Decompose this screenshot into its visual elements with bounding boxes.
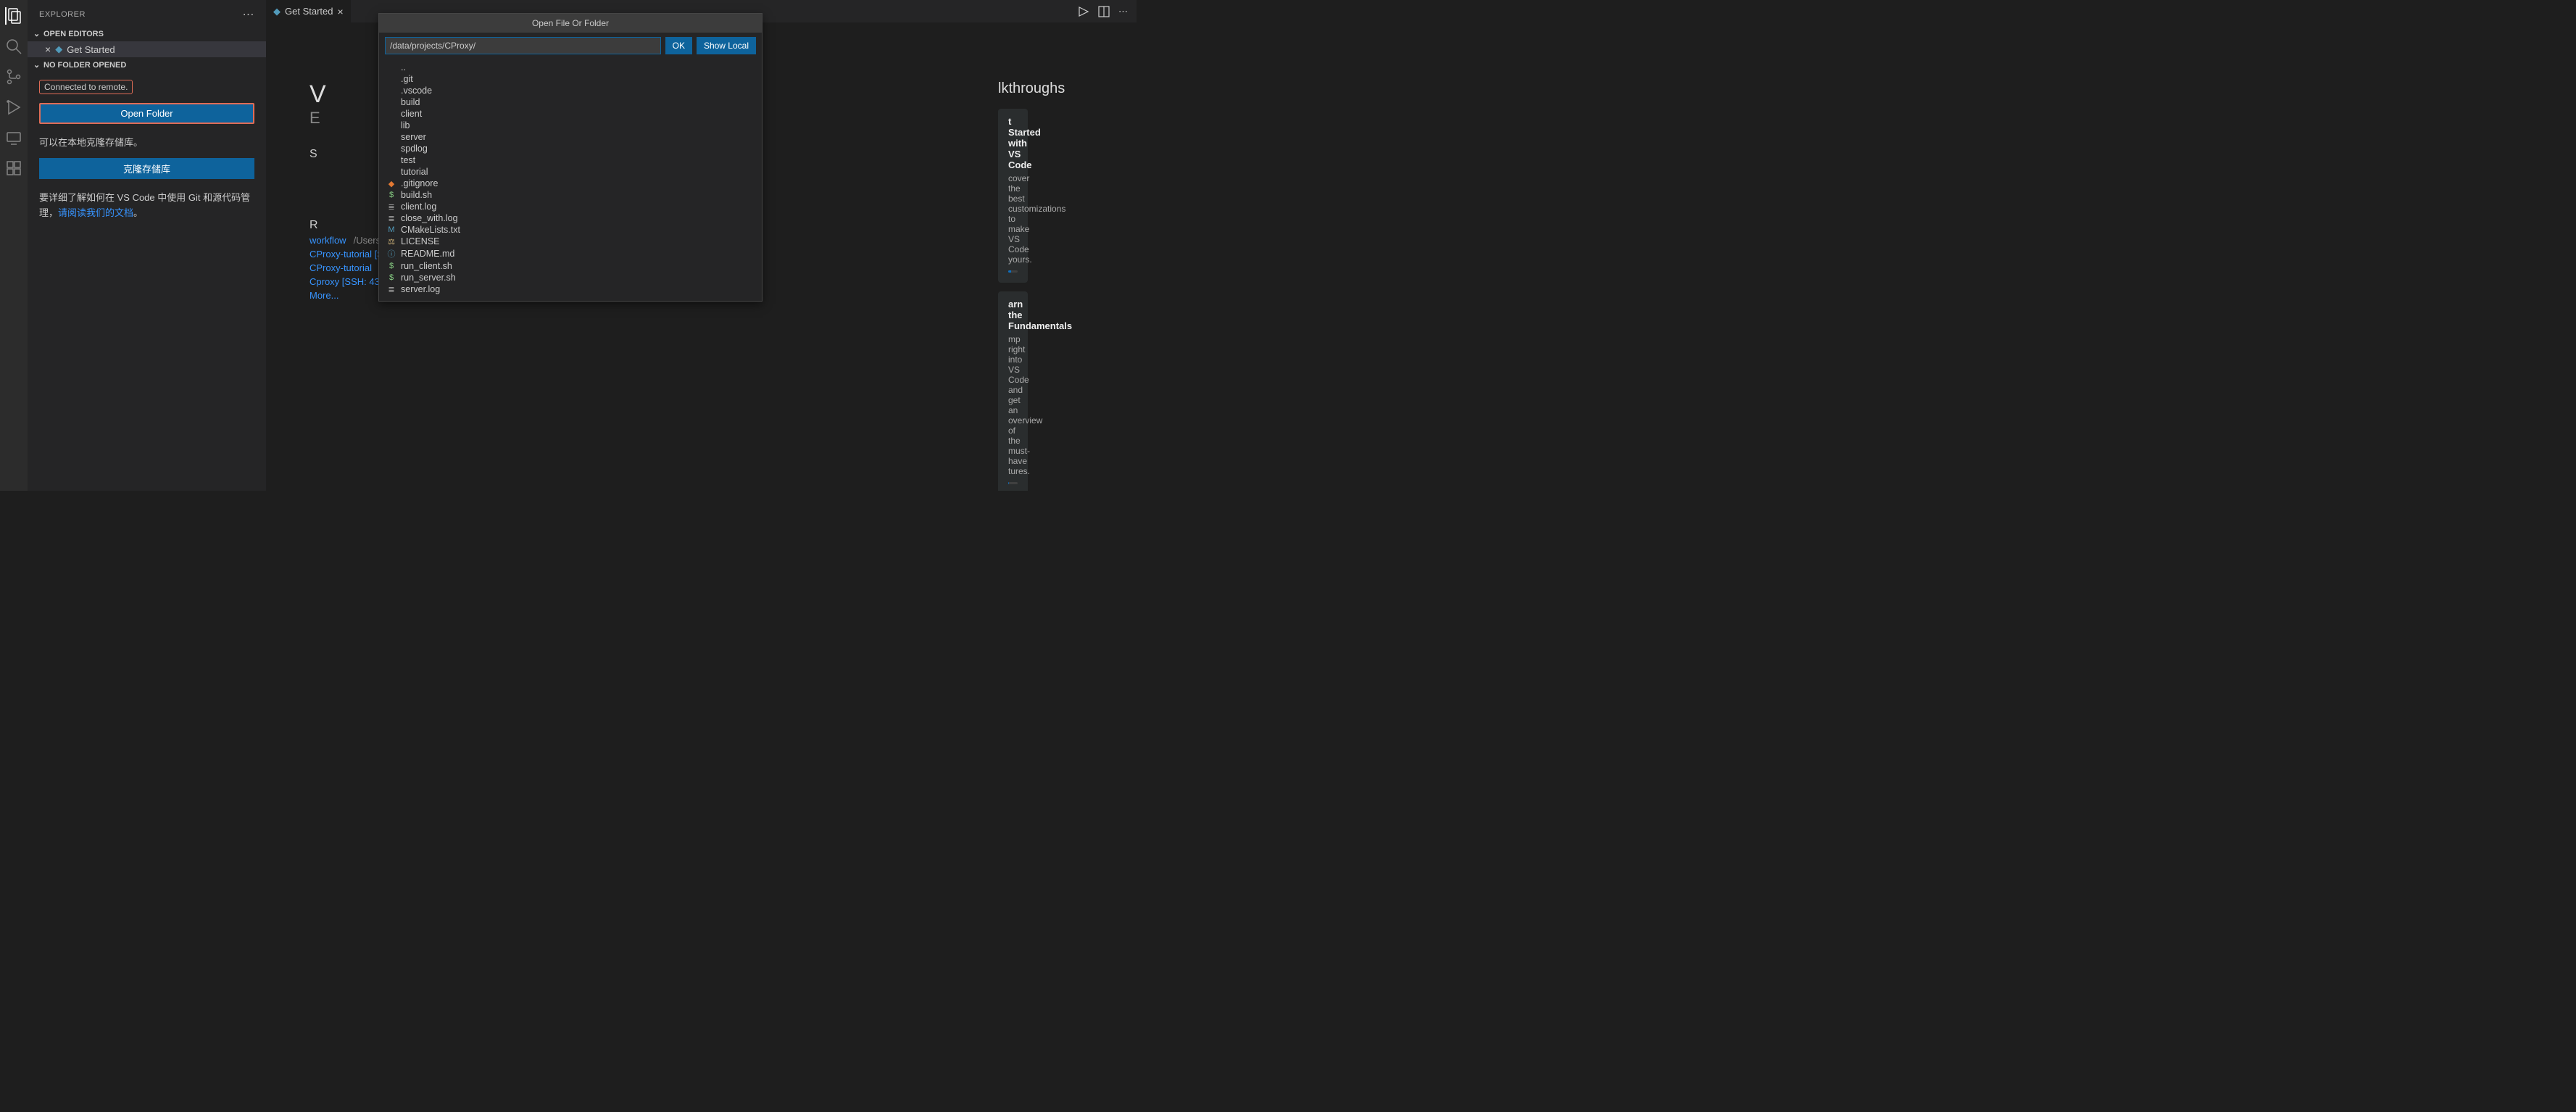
activity-bar <box>0 0 28 491</box>
file-type-icon: $ <box>386 191 396 199</box>
open-editors-header[interactable]: ⌄ OPEN EDITORS <box>28 26 266 41</box>
palette-item[interactable]: client <box>386 108 755 120</box>
file-type-icon: ≣ <box>386 214 396 223</box>
split-editor-icon[interactable] <box>1098 6 1110 17</box>
clone-repo-button[interactable]: 克隆存储库 <box>39 158 254 179</box>
chevron-down-icon: ⌄ <box>33 60 41 70</box>
file-type-icon: M <box>386 225 396 234</box>
debug-icon[interactable] <box>5 99 22 116</box>
recent-link[interactable]: CProxy-tutorial <box>309 262 372 273</box>
ok-button[interactable]: OK <box>665 37 692 54</box>
palette-item[interactable]: ≣close_with.log <box>386 212 755 224</box>
close-icon[interactable]: × <box>337 6 343 17</box>
palette-item[interactable]: ◆.gitignore <box>386 178 755 189</box>
walkthrough-card[interactable]: t Started with VS Codecover the best cus… <box>998 109 1028 283</box>
palette-item[interactable]: ⚖LICENSE <box>386 236 755 247</box>
walkthroughs-heading: lkthroughs <box>998 80 1028 97</box>
palette-item[interactable]: MCMakeLists.txt <box>386 224 755 236</box>
walkthrough-card[interactable]: arn the Fundamentalsmp right into VS Cod… <box>998 291 1028 491</box>
open-folder-button[interactable]: Open Folder <box>39 103 254 124</box>
sidebar-title: EXPLORER <box>39 10 86 19</box>
file-type-icon: $ <box>386 262 396 270</box>
vscode-file-icon: ◆ <box>273 6 281 17</box>
palette-item[interactable]: build <box>386 96 755 108</box>
source-control-icon[interactable] <box>5 68 22 86</box>
palette-item[interactable]: .. <box>386 62 755 73</box>
open-file-palette: Open File Or Folder OK Show Local ...git… <box>378 13 763 302</box>
remote-status-badge: Connected to remote. <box>39 80 133 94</box>
palette-item[interactable]: $run_server.sh <box>386 272 755 283</box>
recent-link[interactable]: workflow <box>309 235 346 246</box>
git-help-text: 要详细了解如何在 VS Code 中使用 Git 和源代码管理，请阅读我们的文档… <box>39 191 254 221</box>
git-docs-link[interactable]: 请阅读我们的文档 <box>58 207 133 218</box>
more-link[interactable]: More... <box>309 290 338 301</box>
sidebar: EXPLORER ⋯ ⌄ OPEN EDITORS × ◆ Get Starte… <box>28 0 266 491</box>
palette-item[interactable]: ≣client.log <box>386 201 755 212</box>
palette-item[interactable]: $run_client.sh <box>386 260 755 272</box>
palette-title: Open File Or Folder <box>379 14 762 33</box>
extensions-icon[interactable] <box>5 159 22 177</box>
more-icon[interactable]: ⋯ <box>1118 6 1128 17</box>
tab-get-started[interactable]: ◆ Get Started × <box>266 0 352 22</box>
remote-icon[interactable] <box>5 129 22 146</box>
palette-item[interactable]: tutorial <box>386 166 755 178</box>
run-icon[interactable] <box>1078 6 1089 17</box>
palette-item[interactable]: server <box>386 131 755 143</box>
vscode-file-icon: ◆ <box>55 43 62 55</box>
file-type-icon: ◆ <box>386 179 396 188</box>
palette-item[interactable]: .git <box>386 73 755 85</box>
open-editor-item[interactable]: × ◆ Get Started <box>28 41 266 57</box>
file-type-icon: ⚖ <box>386 237 396 246</box>
show-local-button[interactable]: Show Local <box>697 37 756 54</box>
sidebar-more-icon[interactable]: ⋯ <box>243 7 255 22</box>
file-type-icon: ⓘ <box>386 248 396 260</box>
palette-item[interactable]: ⓘREADME.md <box>386 247 755 260</box>
file-type-icon: ≣ <box>386 285 396 294</box>
palette-item[interactable]: .vscode <box>386 85 755 96</box>
clone-text: 可以在本地克隆存储库。 <box>39 136 254 151</box>
explorer-icon[interactable] <box>5 7 22 25</box>
file-type-icon: $ <box>386 273 396 282</box>
search-icon[interactable] <box>5 38 22 55</box>
chevron-down-icon: ⌄ <box>33 29 41 38</box>
palette-item[interactable]: ≣server.log <box>386 283 755 295</box>
close-icon[interactable]: × <box>45 43 51 55</box>
palette-item[interactable]: spdlog <box>386 143 755 154</box>
path-input[interactable] <box>385 37 661 54</box>
palette-item[interactable]: lib <box>386 120 755 131</box>
palette-item[interactable]: test <box>386 154 755 166</box>
walkthroughs-panel: lkthroughs t Started with VS Codecover t… <box>998 80 1028 491</box>
file-type-icon: ≣ <box>386 202 396 212</box>
palette-item[interactable]: $build.sh <box>386 189 755 201</box>
no-folder-header[interactable]: ⌄ NO FOLDER OPENED <box>28 57 266 72</box>
